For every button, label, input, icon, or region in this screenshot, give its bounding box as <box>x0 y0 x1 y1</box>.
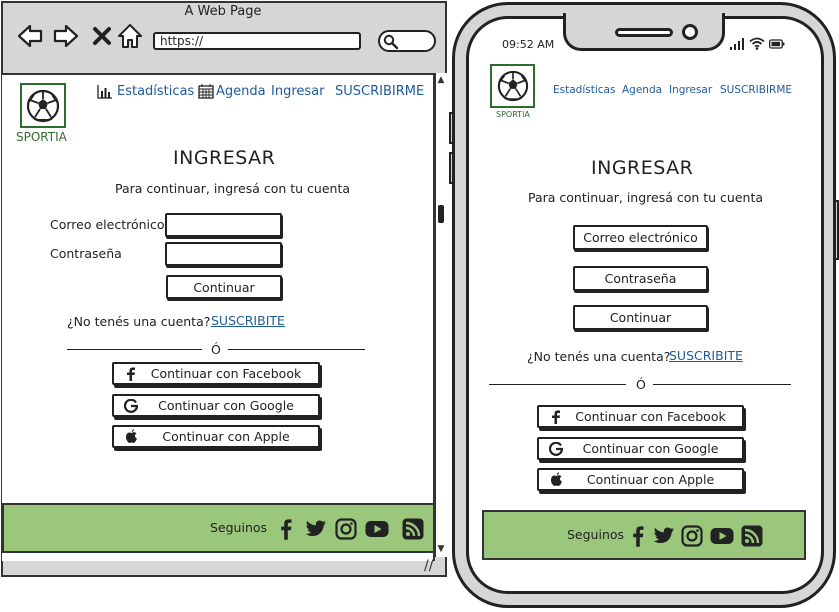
nav-login-link[interactable]: Ingresar <box>271 84 324 99</box>
apple-login-label: Continuar con Apple <box>162 429 290 444</box>
signal-icon <box>730 38 744 50</box>
resize-grip-icon[interactable]: // <box>424 558 433 574</box>
phone-facebook-login-button[interactable]: Continuar con Facebook <box>537 405 744 428</box>
home-icon[interactable] <box>116 22 144 50</box>
phone-login-subtitle: Para continuar, ingresá con tu cuenta <box>528 190 764 205</box>
phone-facebook-icon <box>543 410 569 424</box>
login-subtitle: Para continuar, ingresá con tu cuenta <box>115 181 351 196</box>
facebook-icon <box>118 367 144 381</box>
phone-apple-icon <box>543 472 569 487</box>
url-bar[interactable]: https:// <box>153 32 361 50</box>
phone-divider-or: Ó <box>636 377 646 392</box>
footer-instagram-icon[interactable] <box>334 517 358 541</box>
page-title: INGRESAR <box>173 147 276 169</box>
phone-nav-stats-link[interactable]: Estadísticas <box>553 84 615 96</box>
footer-follow-label: Seguinos <box>210 520 268 535</box>
phone-google-login-button[interactable]: Continuar con Google <box>537 437 744 460</box>
phone-google-icon <box>543 441 569 456</box>
vertical-scrollbar[interactable] <box>435 73 448 557</box>
wifi-icon <box>749 37 765 50</box>
email-field[interactable] <box>165 213 282 237</box>
phone-facebook-login-label: Continuar con Facebook <box>575 409 726 424</box>
phone-page-title: INGRESAR <box>591 157 694 179</box>
divider-left <box>67 349 202 350</box>
phone-sportia-logo[interactable] <box>490 64 535 108</box>
sportia-logo[interactable] <box>20 83 66 128</box>
apple-login-button[interactable]: Continuar con Apple <box>112 425 320 448</box>
logo-text: SPORTIA <box>16 130 67 144</box>
signup-link[interactable]: SUSCRIBITE <box>211 313 285 328</box>
phone-password-field[interactable]: Contraseña <box>573 266 708 291</box>
nav-stats-link[interactable]: Estadísticas <box>117 84 194 99</box>
footer-facebook-icon[interactable] <box>274 517 298 541</box>
password-field[interactable] <box>165 242 282 266</box>
phone-divider-right <box>653 384 791 385</box>
email-label: Correo electrónico <box>50 217 165 232</box>
phone-camera-icon <box>682 24 698 40</box>
bar-chart-icon <box>97 85 112 99</box>
phone-status-time: 09:52 AM <box>502 38 555 51</box>
calendar-icon <box>198 84 214 99</box>
phone-footer-instagram-icon[interactable] <box>680 524 704 548</box>
phone-nav-subscribe-link[interactable]: SUSCRIBIRME <box>720 84 792 96</box>
battery-icon <box>769 39 785 49</box>
phone-footer-youtube-icon[interactable] <box>710 524 734 548</box>
phone-apple-login-button[interactable]: Continuar con Apple <box>537 468 744 491</box>
no-account-text: ¿No tenés una cuenta? <box>67 314 211 329</box>
back-arrow-icon[interactable] <box>16 22 44 50</box>
password-label: Contraseña <box>50 246 122 261</box>
phone-no-account-text: ¿No tenés una cuenta? <box>527 349 671 364</box>
footer-youtube-icon[interactable] <box>365 517 389 541</box>
phone-continue-button[interactable]: Continuar <box>573 305 708 330</box>
nav-subscribe-link[interactable]: SUSCRIBIRME <box>335 84 424 99</box>
phone-apple-login-label: Continuar con Apple <box>586 472 715 487</box>
continue-button[interactable]: Continuar <box>166 275 282 299</box>
search-icon <box>383 34 399 50</box>
phone-google-login-label: Continuar con Google <box>582 441 719 456</box>
facebook-login-label: Continuar con Facebook <box>150 366 302 381</box>
divider-right <box>228 349 365 350</box>
phone-speaker <box>615 28 673 37</box>
browser-title: A Web Page <box>184 4 262 19</box>
phone-soccer-ball-icon <box>497 70 528 102</box>
google-icon <box>118 398 144 413</box>
nav-agenda-link[interactable]: Agenda <box>216 84 266 99</box>
phone-footer-twitter-icon[interactable] <box>652 524 676 548</box>
phone-nav-agenda-link[interactable]: Agenda <box>622 84 662 96</box>
google-login-button[interactable]: Continuar con Google <box>112 394 320 417</box>
divider-or: Ó <box>211 342 221 357</box>
apple-icon <box>118 429 144 444</box>
close-x-icon[interactable] <box>88 22 116 50</box>
phone-logo-text: SPORTIA <box>496 110 530 119</box>
facebook-login-button[interactable]: Continuar con Facebook <box>112 362 320 385</box>
google-login-label: Continuar con Google <box>158 398 294 413</box>
phone-email-field[interactable]: Correo electrónico <box>573 225 708 250</box>
soccer-ball-icon <box>26 89 60 122</box>
scroll-up-icon[interactable]: ▲ <box>436 75 446 85</box>
phone-footer-rss-icon[interactable] <box>740 524 764 548</box>
phone-divider-left <box>489 384 626 385</box>
footer-rss-icon[interactable] <box>401 517 425 541</box>
phone-footer-follow-label: Seguinos <box>567 527 625 542</box>
scroll-down-icon[interactable]: ▼ <box>436 544 446 554</box>
phone-nav-login-link[interactable]: Ingresar <box>669 84 712 96</box>
forward-arrow-icon[interactable] <box>52 22 80 50</box>
scroll-thumb[interactable] <box>438 205 444 223</box>
footer-twitter-icon[interactable] <box>304 517 328 541</box>
phone-signup-link[interactable]: SUSCRIBITE <box>669 348 743 363</box>
phone-footer-facebook-icon[interactable] <box>626 524 650 548</box>
